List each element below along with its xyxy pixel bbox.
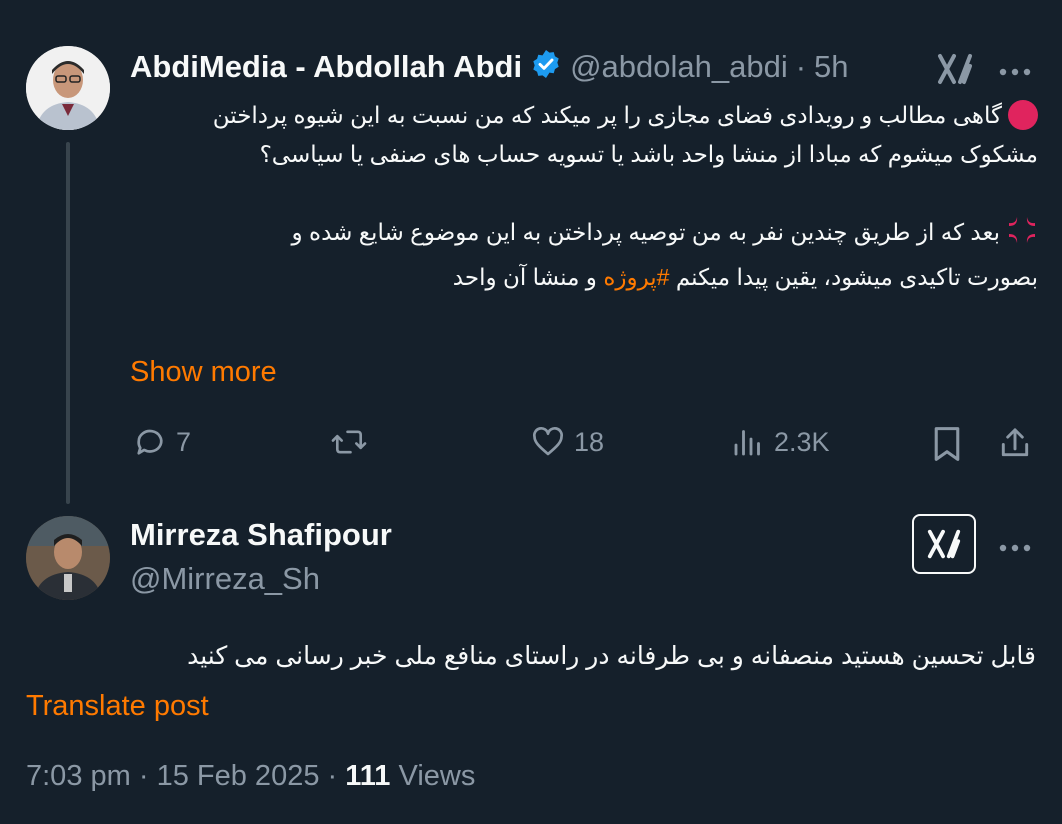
retweet-icon <box>330 424 368 460</box>
views-button[interactable]: 2.3K <box>730 424 830 460</box>
like-count: 18 <box>574 426 605 457</box>
meta-separator: · <box>327 760 338 792</box>
tweet-paragraph-2-line-1: بعد که از طریق چندین نفر به من توصیه پرد… <box>291 219 1000 245</box>
reply-button[interactable]: 7 <box>132 424 191 460</box>
tweet-body: گاهی مطالب و رویدادی فضای مجازی را پر می… <box>130 96 1038 297</box>
red-circle-emoji <box>1008 100 1038 130</box>
views-count: 111 <box>345 760 391 792</box>
more-icon[interactable] <box>998 540 1032 558</box>
views-count: 2.3K <box>774 426 830 457</box>
views-icon <box>730 424 766 460</box>
post-date[interactable]: 15 Feb 2025 <box>157 760 320 792</box>
share-icon[interactable] <box>997 424 1033 467</box>
post-time[interactable]: 7:03 pm <box>26 760 131 792</box>
author-handle[interactable]: @abdolah_abdi <box>570 49 788 85</box>
anger-emoji <box>1006 214 1038 258</box>
bookmark-icon[interactable] <box>930 424 964 469</box>
views-label: Views <box>398 760 476 792</box>
grok-icon[interactable] <box>912 514 976 574</box>
meta-separator: · <box>138 760 149 792</box>
thread-line <box>66 142 70 504</box>
tweet-paragraph-2-line-2-end: و منشا آن واحد <box>452 264 597 290</box>
reply-icon <box>132 424 168 460</box>
reply-author-name[interactable]: Mirreza Shafipour <box>130 517 392 553</box>
like-icon <box>530 424 566 460</box>
author-name[interactable]: AbdiMedia - Abdollah Abdi <box>130 49 522 85</box>
hashtag-link[interactable]: #پروژه <box>603 264 669 290</box>
retweet-button[interactable] <box>330 424 368 460</box>
avatar-mirreza-shafipour[interactable] <box>26 516 110 600</box>
more-icon[interactable] <box>998 64 1032 82</box>
reply-text: قابل تحسین هستید منصفانه و بی طرفانه در … <box>187 642 1036 670</box>
tweet-paragraph-1: گاهی مطالب و رویدادی فضای مجازی را پر می… <box>212 102 1038 167</box>
like-button[interactable]: 18 <box>530 424 604 460</box>
post-metadata: 7:03 pm · 15 Feb 2025 · 111 Views <box>26 760 475 793</box>
reply-author-handle[interactable]: @Mirreza_Sh <box>130 561 320 597</box>
verified-badge-icon <box>530 48 562 85</box>
separator-dot: · <box>795 48 807 84</box>
post-time[interactable]: 5h <box>814 49 848 85</box>
show-more-link[interactable]: Show more <box>130 356 277 389</box>
grok-icon[interactable] <box>934 50 976 93</box>
reply-count: 7 <box>176 426 192 457</box>
tweet-paragraph-2-line-2-start: بصورت تاکیدی میشود، یقین پیدا میکنم <box>675 264 1038 290</box>
translate-post-link[interactable]: Translate post <box>26 690 209 723</box>
avatar-abdollah-abdi[interactable] <box>26 46 110 130</box>
